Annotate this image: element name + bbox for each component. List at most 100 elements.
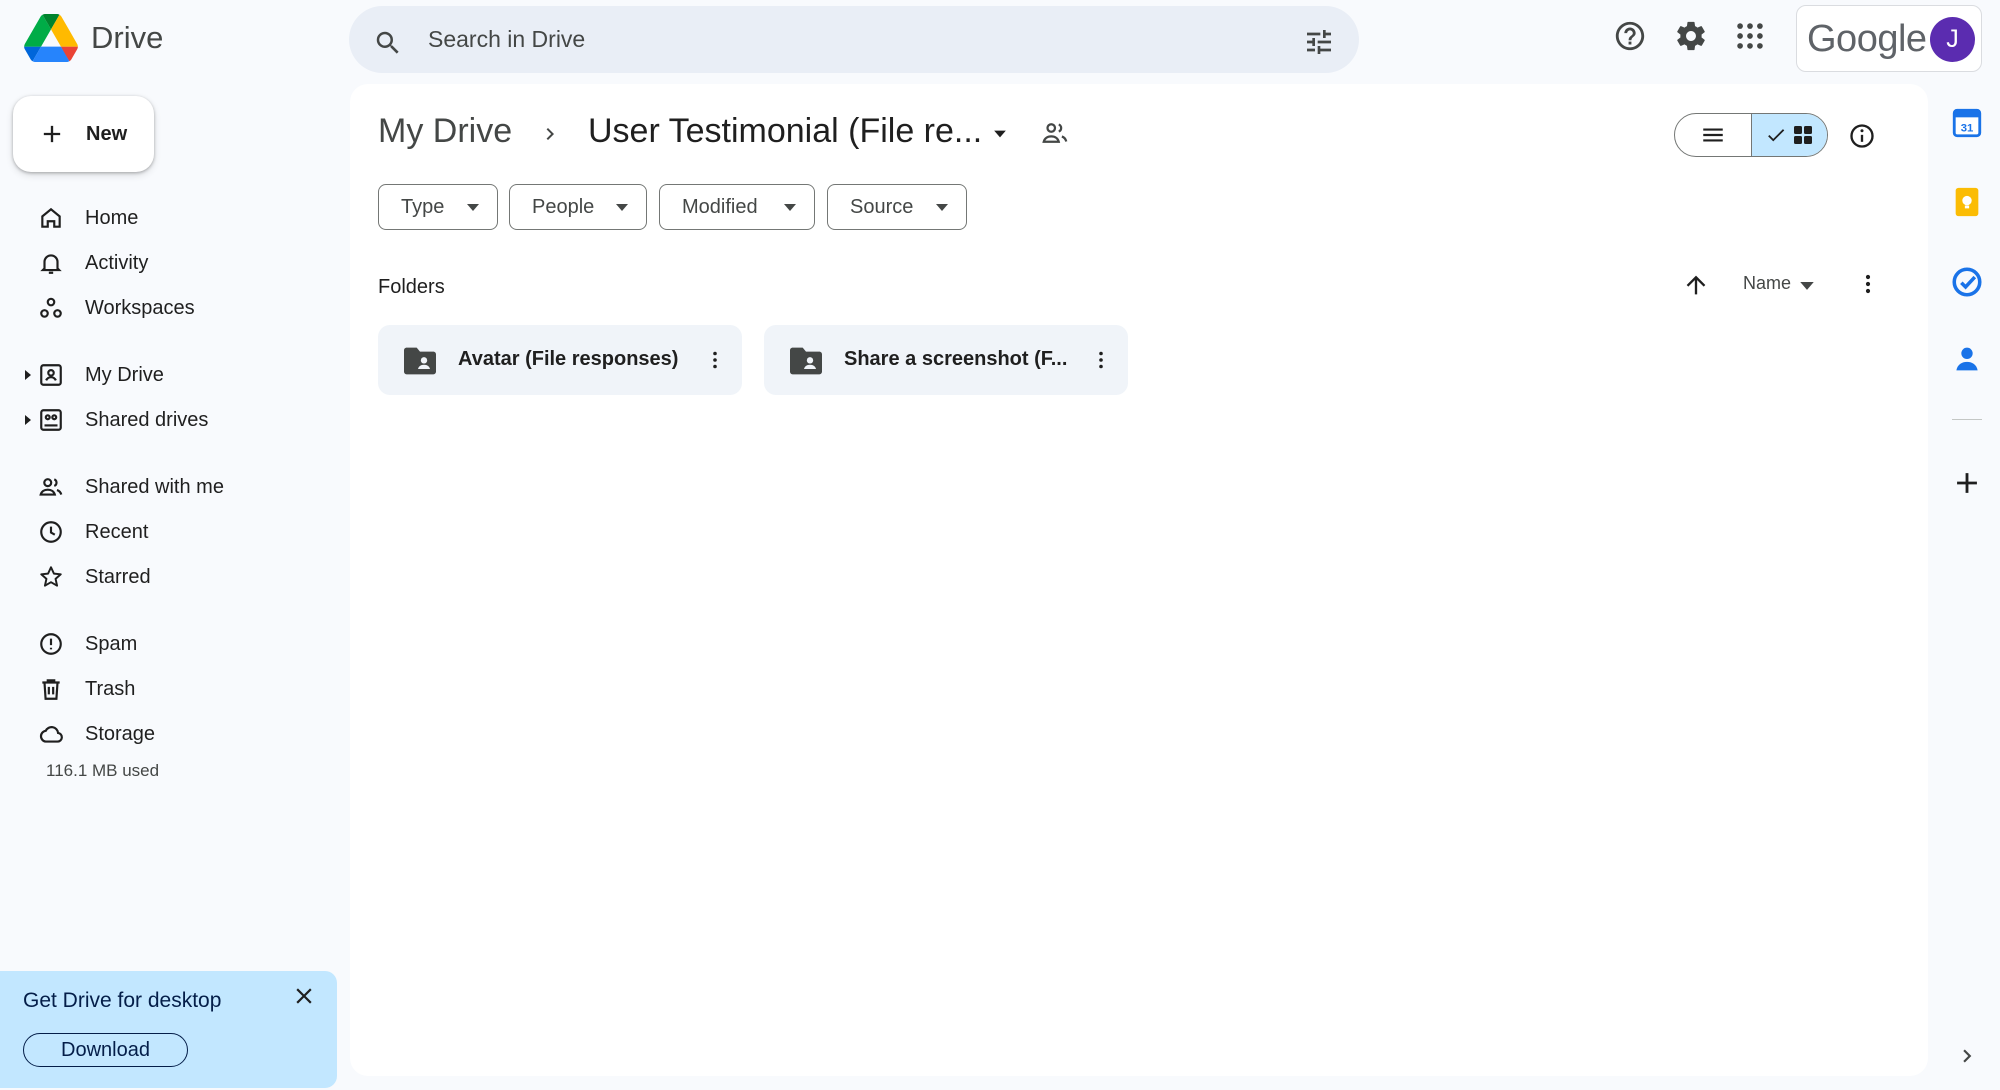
star-icon [40, 566, 62, 587]
main-panel: My Drive User Testimonial (File re... Ty… [350, 84, 1928, 1076]
filter-chip-label: People [532, 195, 595, 218]
avatar[interactable]: J [1930, 17, 1975, 62]
caret-down-icon[interactable] [1800, 282, 1814, 291]
more-vert-icon[interactable] [703, 348, 727, 372]
sidebar-item-starred[interactable]: Starred [0, 557, 340, 597]
google-wordmark: Google [1807, 18, 1927, 60]
sidebar-item-home[interactable]: Home [0, 198, 340, 238]
list-view-button[interactable] [1675, 114, 1751, 156]
sidebar-item-label: Home [85, 207, 139, 229]
sidebar-item-label: Activity [85, 252, 149, 274]
caret-right-icon[interactable] [22, 368, 34, 382]
filter-chip-modified[interactable]: Modified [659, 184, 815, 230]
grid-view-button[interactable] [1751, 114, 1827, 156]
settings-icon[interactable] [1674, 19, 1708, 53]
spam-icon [40, 633, 62, 655]
folder-card[interactable]: Avatar (File responses) [378, 325, 742, 395]
sidebar-item-label: Shared drives [85, 409, 209, 431]
sidebar-item-label: Starred [85, 566, 151, 588]
download-button[interactable]: Download [23, 1033, 188, 1067]
contacts-icon[interactable] [1950, 342, 1984, 376]
cloud-icon [39, 726, 63, 743]
search-icon[interactable] [373, 28, 403, 58]
arrow-up-icon[interactable] [1682, 271, 1710, 299]
sidebar-item-recent[interactable]: Recent [0, 512, 340, 552]
filter-chip-label: Type [401, 195, 445, 218]
drive-logo[interactable]: Drive [24, 14, 163, 62]
calendar-day: 31 [1961, 123, 1974, 135]
tasks-icon[interactable] [1950, 265, 1984, 299]
my-drive-icon [40, 364, 62, 386]
checkmark-icon [1767, 129, 1784, 142]
sidebar-item-label: My Drive [85, 364, 164, 386]
list-icon [1703, 128, 1723, 142]
workspaces-icon [40, 297, 62, 318]
help-icon[interactable] [1613, 19, 1647, 53]
close-icon[interactable] [291, 983, 317, 1009]
sidebar-item-trash[interactable]: Trash [0, 669, 340, 709]
desktop-promo-banner: Get Drive for desktop Download [0, 971, 337, 1088]
grid-icon [1793, 126, 1812, 144]
home-icon [41, 207, 61, 228]
filter-chip-source[interactable]: Source [827, 184, 967, 230]
folders-section-label: Folders [378, 276, 445, 298]
new-button[interactable]: New [13, 96, 154, 172]
sidebar-item-activity[interactable]: Activity [0, 243, 340, 283]
sidebar-item-label: Storage [85, 723, 156, 745]
filter-chip-label: Modified [682, 195, 758, 218]
shared-folder-icon[interactable] [1040, 118, 1070, 148]
info-icon[interactable] [1848, 122, 1876, 150]
caret-down-icon [784, 204, 796, 211]
sidebar-item-label: Spam [85, 633, 138, 655]
new-button-label: New [86, 122, 128, 145]
filter-chip-people[interactable]: People [509, 184, 647, 230]
account-switcher[interactable]: Google J [1796, 5, 1982, 72]
caret-down-icon [936, 204, 948, 211]
sidebar-item-my-drive[interactable]: My Drive [0, 355, 340, 395]
breadcrumb-current-folder[interactable]: User Testimonial (File re... [588, 112, 982, 151]
app-name: Drive [91, 20, 164, 55]
breadcrumb-root[interactable]: My Drive [378, 112, 512, 151]
drive-logo-icon [24, 14, 78, 62]
tune-icon[interactable] [1303, 26, 1335, 58]
clock-icon [40, 521, 62, 543]
people-icon [39, 478, 63, 496]
caret-right-icon[interactable] [22, 413, 34, 427]
sidebar-item-label: Workspaces [85, 297, 195, 319]
sidebar-item-shared-drives[interactable]: Shared drives [0, 400, 340, 440]
sidebar-item-workspaces[interactable]: Workspaces [0, 288, 340, 328]
sidebar-item-label: Recent [85, 521, 149, 543]
filter-chip-type[interactable]: Type [378, 184, 498, 230]
folder-card[interactable]: Share a screenshot (F... [764, 325, 1128, 395]
sidebar-item-shared-with-me[interactable]: Shared with me [0, 467, 340, 507]
add-addon-plus-icon[interactable] [1950, 466, 1984, 500]
view-toggle [1674, 113, 1828, 157]
folder-name: Share a screenshot (F... [844, 348, 1068, 370]
caret-down-icon [616, 204, 628, 211]
keep-icon[interactable] [1950, 185, 1984, 219]
storage-used-text: 116.1 MB used [46, 761, 160, 780]
chevron-right-icon[interactable] [1954, 1043, 1980, 1069]
sidebar-item-spam[interactable]: Spam [0, 624, 340, 664]
sidebar-item-label: Shared with me [85, 476, 224, 498]
bell-icon [40, 254, 62, 274]
chevron-right-icon [546, 128, 554, 140]
folder-name: Avatar (File responses) [458, 348, 679, 370]
search-bar[interactable] [349, 6, 1359, 73]
caret-down-icon[interactable] [990, 124, 1010, 144]
apps-grid-icon[interactable] [1733, 19, 1767, 53]
shared-drives-icon [40, 409, 62, 431]
sidebar-item-label: Trash [85, 678, 136, 700]
more-vert-icon[interactable] [1854, 270, 1882, 298]
calendar-icon[interactable]: 31 [1950, 106, 1984, 140]
trash-icon [42, 679, 60, 700]
sort-field-button[interactable]: Name [1743, 273, 1791, 294]
side-panel-divider [1952, 419, 1982, 420]
more-vert-icon[interactable] [1089, 348, 1113, 372]
sidebar-item-storage[interactable]: Storage [0, 714, 340, 754]
shared-folder-icon [404, 347, 436, 375]
shared-folder-icon [790, 347, 822, 375]
search-input[interactable] [428, 16, 1248, 62]
plus-icon [43, 125, 61, 143]
caret-down-icon [467, 204, 479, 211]
